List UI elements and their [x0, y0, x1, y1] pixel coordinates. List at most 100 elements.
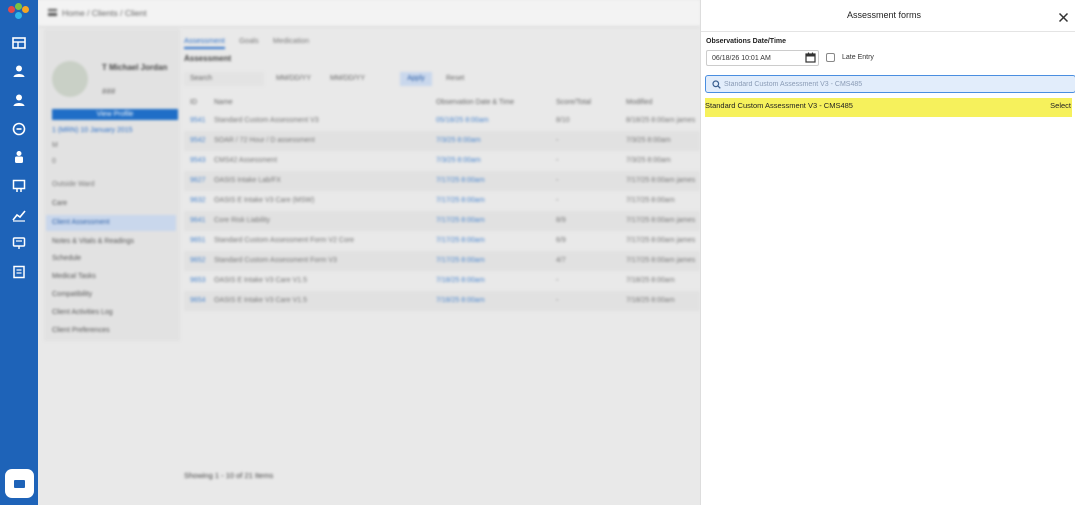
- table-cell[interactable]: 7/17/25 8:00am: [436, 171, 551, 191]
- tab-goals[interactable]: Goals: [239, 36, 259, 45]
- table-row[interactable]: 9641 Core Risk Liability 7/17/25 8:00am 8/9…: [184, 211, 700, 231]
- table-row[interactable]: 9653 OASIS E Intake V3 Care V1.5 7/18/25 8…: [184, 271, 700, 291]
- client-info-small: 0: [52, 158, 56, 165]
- table-cell[interactable]: 7/3/25 8:00am: [436, 151, 551, 171]
- table-cell: OASIS E Intake V3 Care V1.5: [214, 297, 307, 304]
- hamburger-icon[interactable]: [48, 9, 57, 16]
- table-row[interactable]: 9652 Standard Custom Assessment Form V3 7/…: [184, 251, 700, 271]
- reset-button[interactable]: Reset: [446, 72, 476, 86]
- table-cell: 7/3/25 8:00am: [626, 157, 671, 164]
- table-cell[interactable]: 7/18/25 8:00am: [436, 271, 551, 291]
- table-cell[interactable]: 7/17/25 8:00am: [436, 231, 551, 251]
- documents-icon[interactable]: [10, 263, 27, 280]
- divider: [701, 31, 1075, 32]
- table-cell: Core Risk Liability: [214, 217, 271, 224]
- table-row[interactable]: 9654 OASIS E Intake V3 Care V1.5 7/18/25 8…: [184, 291, 700, 311]
- table-cell: -: [556, 137, 559, 144]
- table-cell[interactable]: 9651: [190, 231, 212, 251]
- client-icon[interactable]: [10, 91, 27, 108]
- sidebar-menu-item[interactable]: Client Activities Log: [46, 305, 176, 321]
- chat-button[interactable]: [5, 469, 34, 498]
- result-form-name: Standard Custom Assessment V3 - CMS485: [705, 101, 853, 110]
- sidebar-menu-item[interactable]: Care: [46, 196, 176, 212]
- top-bar: Home / Clients / Client: [38, 0, 700, 27]
- sidebar-menu-item[interactable]: Client Assessment: [46, 215, 176, 231]
- calendar-icon[interactable]: [805, 52, 816, 63]
- table-cell[interactable]: 7/18/25 8:00am: [436, 291, 551, 311]
- table-cell: 8/10: [556, 117, 570, 124]
- column-header: Modified: [626, 99, 653, 106]
- late-entry-checkbox[interactable]: [826, 53, 835, 62]
- client-info-small: M: [52, 142, 58, 149]
- sidebar-menu-item[interactable]: Compatibility: [46, 287, 176, 303]
- reports-icon[interactable]: [10, 206, 27, 223]
- observations-label: Observations Date/Time: [706, 38, 787, 45]
- table-cell[interactable]: 9652: [190, 251, 212, 271]
- table-cell[interactable]: 7/17/25 8:00am: [436, 191, 551, 211]
- select-form-button[interactable]: Select: [1050, 101, 1071, 110]
- table-cell: -: [556, 297, 559, 304]
- table-row[interactable]: 9627 OASIS Intake Lab/FX 7/17/25 8:00am - 7/…: [184, 171, 700, 191]
- table-cell: 7/17/25 8:00am james: [626, 217, 696, 224]
- table-row[interactable]: 9541 Standard Custom Assessment V3 05/18/2…: [184, 111, 700, 131]
- table-cell[interactable]: 7/3/25 8:00am: [436, 131, 551, 151]
- late-entry-label: Late Entry: [842, 54, 874, 61]
- table-cell[interactable]: 9632: [190, 191, 212, 211]
- table-cell[interactable]: 9541: [190, 111, 212, 131]
- app-logo[interactable]: [8, 3, 30, 23]
- section-title: Assessment: [184, 54, 232, 63]
- tab-medication[interactable]: Medication: [273, 36, 309, 45]
- table-row[interactable]: 9651 Standard Custom Assessment Form V2 C…: [184, 231, 700, 251]
- sidebar-menu-item[interactable]: Medical Tasks: [46, 269, 176, 285]
- table-cell[interactable]: 7/17/25 8:00am: [436, 251, 551, 271]
- sidebar-menu-item[interactable]: Schedule: [46, 251, 176, 267]
- column-header: Name: [214, 99, 233, 106]
- table-row[interactable]: 9632 OASIS E Intake V3 Care (MSW) 7/17/25 …: [184, 191, 700, 211]
- clock-icon[interactable]: [10, 120, 27, 137]
- tab-assessment[interactable]: Assessment: [184, 36, 225, 49]
- table-cell[interactable]: 05/18/25 8:00am: [436, 111, 551, 131]
- view-profile-button[interactable]: View Profile: [52, 109, 178, 120]
- avatar: [52, 61, 88, 97]
- table-cell: 7/17/25 8:00am james: [626, 257, 696, 264]
- apply-button[interactable]: Apply: [400, 72, 432, 86]
- table-cell[interactable]: 9641: [190, 211, 212, 231]
- client-name: T Michael Jordan: [102, 63, 168, 72]
- tabs: Assessment Goals Medication: [184, 36, 321, 49]
- sidebar-menu-item[interactable]: Client Preferences: [46, 323, 176, 339]
- billing-icon[interactable]: [10, 177, 27, 194]
- user-icon[interactable]: [10, 62, 27, 79]
- table-cell[interactable]: 9627: [190, 171, 212, 191]
- client-info-link[interactable]: 1 (MRN) 10 January 2015: [52, 127, 133, 134]
- assessment-table: ID Name Observation Date & Time Score/To…: [184, 95, 700, 311]
- client-id: ###: [102, 87, 116, 96]
- client-section-label: Outside Ward: [52, 181, 95, 188]
- table-search-input[interactable]: Search: [184, 72, 264, 86]
- table-cell: 8/18/25 8:00am james: [626, 117, 696, 124]
- sidebar-menu-item[interactable]: Notes & Vitals & Readings: [46, 234, 176, 250]
- table-cell: Standard Custom Assessment Form V3: [214, 257, 337, 264]
- column-header: Observation Date & Time: [436, 99, 515, 106]
- column-header: ID: [190, 99, 197, 106]
- client-sidebar: T Michael Jordan ### View Profile 1 (MRN…: [44, 29, 180, 341]
- form-search-input[interactable]: [724, 78, 1064, 91]
- date-from-filter[interactable]: MM/DD/YY: [276, 72, 321, 86]
- close-icon[interactable]: [1058, 12, 1069, 23]
- search-result-row[interactable]: Standard Custom Assessment V3 - CMS485 S…: [705, 98, 1072, 117]
- table-cell[interactable]: 9654: [190, 291, 212, 311]
- pagination-count: Showing 1 - 10 of 21 Items: [184, 471, 274, 480]
- dashboard-icon[interactable]: [10, 34, 27, 51]
- table-cell: 6/9: [556, 237, 566, 244]
- date-to-filter[interactable]: MM/DD/YY: [330, 72, 375, 86]
- table-cell[interactable]: 7/17/25 8:00am: [436, 211, 551, 231]
- table-cell[interactable]: 9653: [190, 271, 212, 291]
- table-row[interactable]: 9543 CMS42 Assessment 7/3/25 8:00am -7/3/25…: [184, 151, 700, 171]
- table-row[interactable]: 9542 SOAR / 72 Hour / D assessment 7/3/25 …: [184, 131, 700, 151]
- form-search-box[interactable]: [705, 75, 1075, 93]
- table-cell[interactable]: 9543: [190, 151, 212, 171]
- table-cell[interactable]: 9542: [190, 131, 212, 151]
- observation-datetime-field[interactable]: [706, 50, 819, 66]
- team-icon[interactable]: [10, 148, 27, 165]
- messages-icon[interactable]: [10, 234, 27, 251]
- table-cell: 7/18/25 8:00am: [626, 277, 675, 284]
